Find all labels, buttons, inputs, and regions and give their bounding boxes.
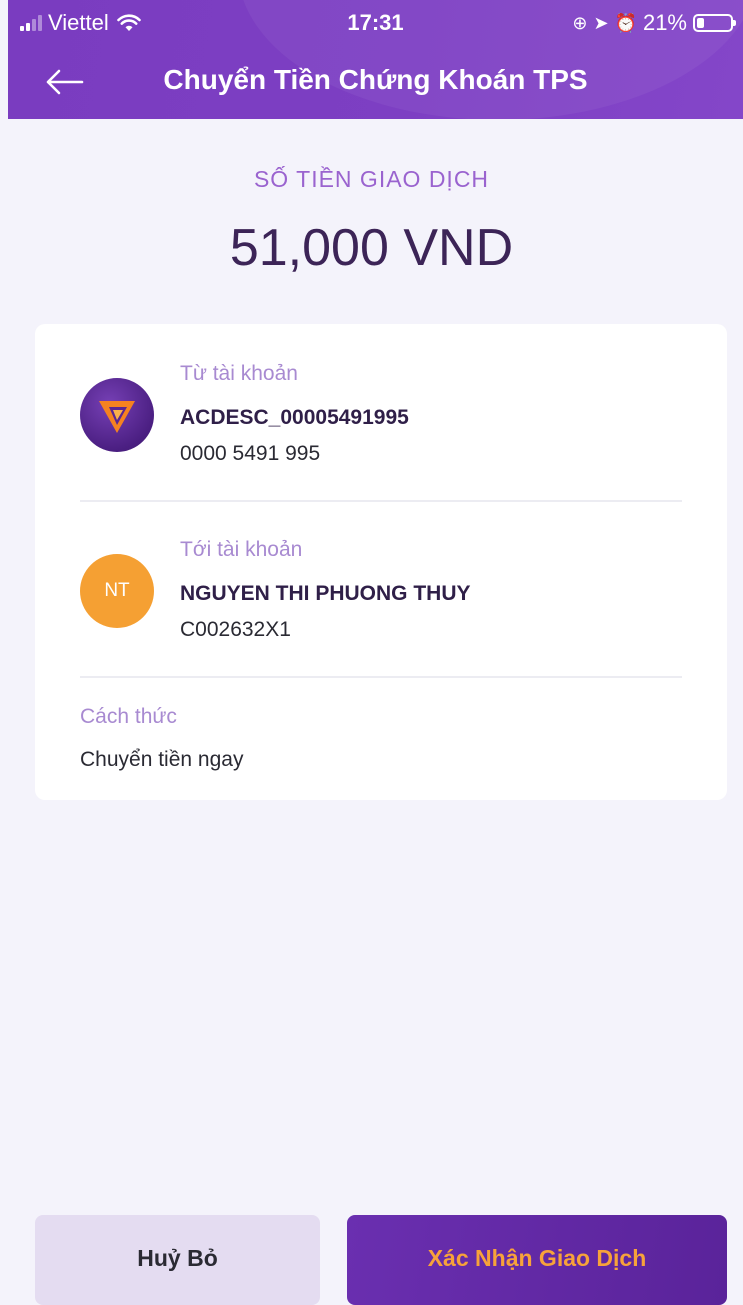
location-icon: ➤ [593,12,609,33]
battery-percent: 21% [642,10,687,35]
from-account-avatar [80,378,154,452]
divider [80,500,682,502]
method-value: Chuyển tiền ngay [80,748,244,771]
status-indicators: ⊕ ➤ ⏰ 21% [572,10,736,36]
rotation-lock-icon: ⊕ [572,12,588,33]
tpbank-logo-icon [99,401,135,433]
app-header: Viettel 17:31 ⊕ ➤ ⏰ 21% Chuyển Tiền Chứn… [8,0,743,119]
from-account-number: 0000 5491 995 [180,442,321,465]
amount-value: 51,000 VND [229,219,514,277]
amount-label: SỐ TIỀN GIAO DỊCH [253,166,490,192]
battery-icon [693,14,736,32]
to-account-label: Tới tài khoản [180,538,303,561]
method-label: Cách thức [80,705,177,728]
alarm-icon: ⏰ [614,12,637,33]
nav-bar: Chuyển Tiền Chứng Khoán TPS [8,44,743,119]
to-account-avatar: NT [80,554,154,628]
confirm-transaction-button[interactable]: Xác Nhận Giao Dịch [347,1215,727,1305]
page-title: Chuyển Tiền Chứng Khoán TPS [163,64,588,95]
transaction-details-card: Từ tài khoản ACDESC_00005491995 0000 549… [35,324,727,800]
from-account-name: ACDESC_00005491995 [180,406,409,429]
to-account-number: C002632X1 [180,618,291,641]
divider [80,676,682,678]
to-account-name: NGUYEN THI PHUONG THUY [180,582,471,605]
from-account-label: Từ tài khoản [180,362,298,385]
status-bar: Viettel 17:31 ⊕ ➤ ⏰ 21% [8,0,743,44]
cancel-button[interactable]: Huỷ Bỏ [35,1215,320,1305]
